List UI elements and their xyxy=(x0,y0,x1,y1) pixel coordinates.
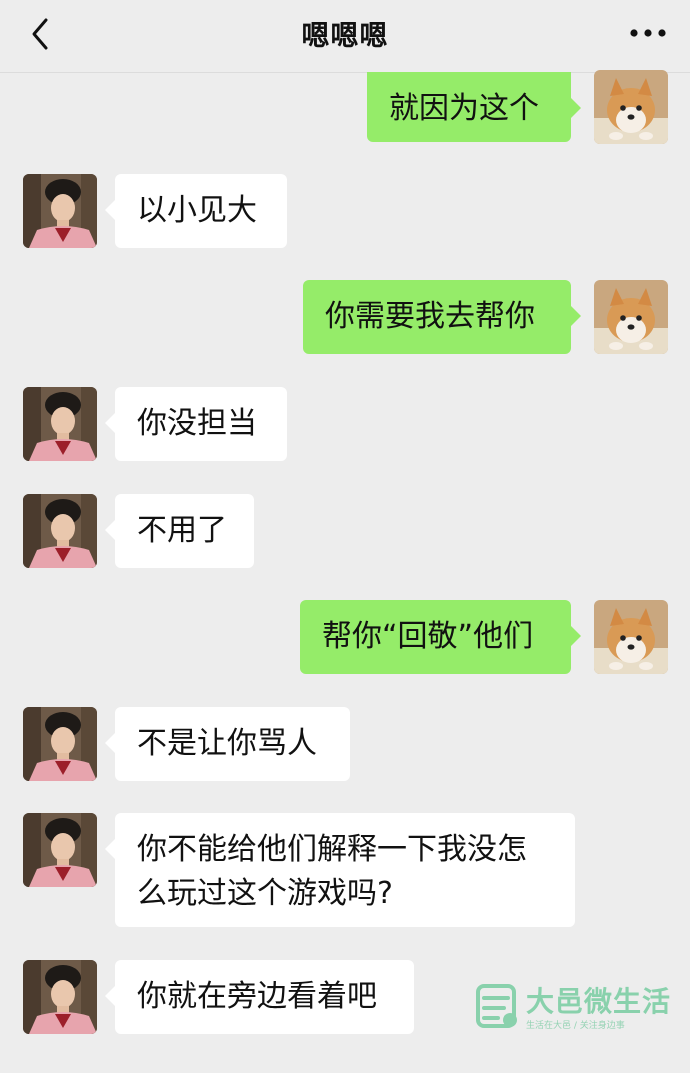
message-bubble[interactable]: 你需要我去帮你 xyxy=(303,280,581,354)
message-bubble[interactable]: 帮你“回敬”他们 xyxy=(300,600,581,674)
shiba-dog-avatar-icon xyxy=(594,280,668,354)
message-bubble[interactable]: 你没担当 xyxy=(105,387,287,461)
chat-title: 嗯嗯嗯 xyxy=(301,19,389,52)
more-button[interactable] xyxy=(628,22,668,44)
contact-avatar[interactable] xyxy=(23,813,97,887)
contact-avatar[interactable] xyxy=(23,960,97,1034)
message-bubble[interactable]: 你不能给他们解释一下我没怎么玩过这个游戏吗? xyxy=(105,813,575,927)
watermark: 大邑微生活 生活在大邑 / 关注身边事 xyxy=(474,976,674,1036)
my-avatar[interactable] xyxy=(594,600,668,674)
chat-header: 嗯嗯嗯 xyxy=(0,0,690,73)
my-avatar[interactable] xyxy=(594,70,668,144)
message-bubble[interactable]: 不用了 xyxy=(105,494,254,568)
contact-avatar[interactable] xyxy=(23,174,97,248)
woman-portrait-avatar-icon xyxy=(23,494,97,568)
woman-portrait-avatar-icon xyxy=(23,960,97,1034)
message-bubble[interactable]: 不是让你骂人 xyxy=(105,707,350,781)
shiba-dog-avatar-icon xyxy=(594,600,668,674)
watermark-slogan: 生活在大邑 / 关注身边事 xyxy=(526,1021,625,1031)
logo-icon xyxy=(476,984,517,1028)
contact-avatar[interactable] xyxy=(23,494,97,568)
message-bubble[interactable]: 以小见大 xyxy=(105,174,287,248)
contact-avatar[interactable] xyxy=(23,387,97,461)
woman-portrait-avatar-icon xyxy=(23,174,97,248)
woman-portrait-avatar-icon xyxy=(23,387,97,461)
watermark-name: 大邑微生活 xyxy=(526,985,672,1018)
more-dots-icon xyxy=(630,29,666,37)
woman-portrait-avatar-icon xyxy=(23,707,97,781)
shiba-dog-avatar-icon xyxy=(594,70,668,144)
message-bubble[interactable]: 你就在旁边看着吧 xyxy=(105,960,414,1034)
message-bubble[interactable]: 就因为这个 xyxy=(367,72,581,142)
woman-portrait-avatar-icon xyxy=(23,813,97,887)
my-avatar[interactable] xyxy=(594,280,668,354)
contact-avatar[interactable] xyxy=(23,707,97,781)
